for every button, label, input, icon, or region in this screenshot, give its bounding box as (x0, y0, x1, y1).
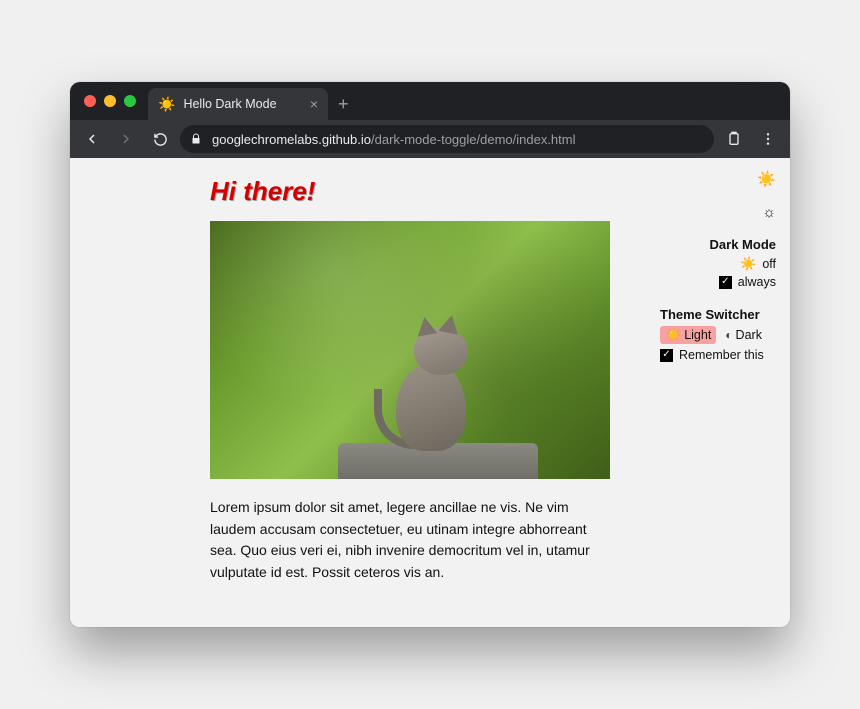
theme-dark-option[interactable]: ◐ Dark (720, 327, 767, 343)
dark-mode-off-row[interactable]: ☀️ off (660, 256, 776, 272)
new-tab-button[interactable]: + (328, 88, 359, 120)
tab-strip: ☀️ Hello Dark Mode × + (70, 82, 790, 120)
back-button[interactable] (78, 125, 106, 153)
tab-title: Hello Dark Mode (183, 97, 276, 111)
theme-dark-label: Dark (736, 328, 762, 342)
sun-icon: ☀️ (158, 96, 175, 113)
url-text: googlechromelabs.github.io/dark-mode-tog… (212, 132, 576, 147)
dark-mode-always-label: always (738, 275, 776, 289)
fullscreen-window-button[interactable] (124, 95, 136, 107)
menu-button[interactable] (754, 125, 782, 153)
sun-icon[interactable]: ☀️ (660, 170, 776, 188)
remember-checkbox[interactable]: ✓ (660, 349, 673, 362)
close-tab-button[interactable]: × (310, 96, 318, 112)
main-content: Hi there! Lorem ipsum dolor sit amet, le… (70, 158, 660, 627)
sidebar-top-icons: ☀️ ☼ (660, 170, 776, 221)
page-viewport: Hi there! Lorem ipsum dolor sit amet, le… (70, 158, 790, 627)
sun-icon: ☀️ (665, 327, 681, 343)
close-window-button[interactable] (84, 95, 96, 107)
theme-switcher-heading: Theme Switcher (660, 307, 776, 322)
theme-light-option[interactable]: ☀️ Light (660, 326, 716, 344)
theme-switcher-segmented: ☀️ Light ◐ Dark (660, 326, 776, 344)
always-checkbox[interactable]: ✓ (719, 276, 732, 289)
url-path: /dark-mode-toggle/demo/index.html (371, 132, 576, 147)
page-title: Hi there! (210, 176, 646, 207)
minimize-window-button[interactable] (104, 95, 116, 107)
browser-tab[interactable]: ☀️ Hello Dark Mode × (148, 88, 328, 120)
browser-window: ☀️ Hello Dark Mode × + googlechromela (70, 82, 790, 627)
body-paragraph: Lorem ipsum dolor sit amet, legere ancil… (210, 497, 610, 584)
kitten-illustration (378, 309, 498, 479)
dark-mode-always-row[interactable]: ✓ always (660, 275, 776, 289)
url-host: googlechromelabs.github.io (212, 132, 371, 147)
brightness-icon[interactable]: ☼ (660, 204, 776, 221)
address-bar[interactable]: googlechromelabs.github.io/dark-mode-tog… (180, 125, 714, 153)
moon-icon: ◐ (725, 328, 732, 342)
browser-toolbar: googlechromelabs.github.io/dark-mode-tog… (70, 120, 790, 158)
extensions-button[interactable] (720, 125, 748, 153)
window-controls (80, 82, 142, 120)
sun-icon: ☀️ (740, 256, 756, 272)
reload-button[interactable] (146, 125, 174, 153)
lock-icon (190, 133, 204, 145)
dark-mode-off-label: off (762, 257, 776, 271)
forward-button[interactable] (112, 125, 140, 153)
remember-row[interactable]: ✓ Remember this (660, 348, 776, 362)
hero-image (210, 221, 610, 479)
dark-mode-heading: Dark Mode (660, 237, 776, 252)
remember-label: Remember this (679, 348, 764, 362)
sidebar: ☀️ ☼ Dark Mode ☀️ off ✓ always Theme Swi… (660, 158, 790, 627)
theme-light-label: Light (684, 328, 711, 342)
browser-chrome: ☀️ Hello Dark Mode × + googlechromela (70, 82, 790, 158)
